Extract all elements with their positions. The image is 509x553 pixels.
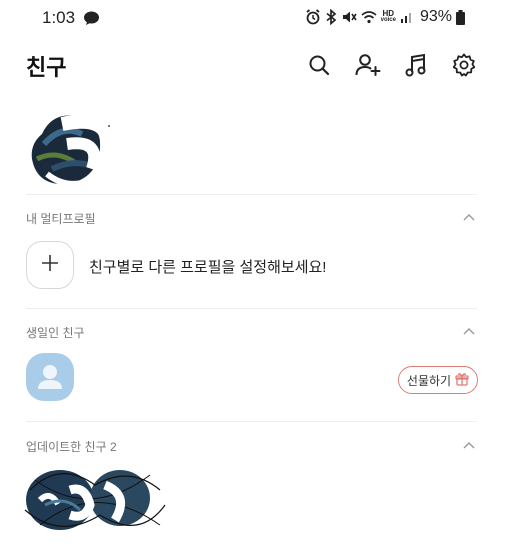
status-bar: 1:03 HD voice 93% <box>0 0 509 36</box>
battery-percent: 93% <box>419 8 452 25</box>
page-title: 친구 <box>26 55 67 80</box>
multi-profile-prompt[interactable]: 친구별로 다른 프로필을 설정해보세요! <box>89 256 326 277</box>
divider <box>26 194 477 195</box>
header: 친구 <box>0 42 509 90</box>
section-title-multi-profile: 내 멀티프로필 <box>26 212 96 226</box>
chevron-up-icon[interactable] <box>461 324 477 340</box>
hd-label: HD <box>382 9 395 18</box>
gift-label: 선물하기 <box>406 373 452 388</box>
birthday-section-header: 생일인 친구 <box>26 322 477 344</box>
gift-icon <box>455 372 469 389</box>
alarm-icon <box>305 9 321 25</box>
hd-voice-badge: HD voice <box>381 10 396 24</box>
birthday-friend-avatar[interactable] <box>26 353 74 401</box>
my-profile-avatar[interactable] <box>22 104 203 194</box>
section-title-birthday: 생일인 친구 <box>26 326 85 340</box>
divider <box>26 308 477 309</box>
wifi-icon <box>361 10 377 24</box>
chevron-up-icon[interactable] <box>461 210 477 226</box>
chevron-up-icon[interactable] <box>461 438 477 454</box>
status-time: 1:03 <box>42 8 76 27</box>
add-friend-icon[interactable] <box>355 52 381 78</box>
signal-icon <box>400 10 414 24</box>
gift-button[interactable]: 선물하기 <box>398 366 478 394</box>
voice-label: voice <box>380 17 396 23</box>
search-icon[interactable] <box>306 52 332 78</box>
add-multi-profile-button[interactable] <box>26 241 74 289</box>
updated-friend-avatars[interactable] <box>20 460 170 540</box>
default-person-icon <box>38 365 62 389</box>
status-icons: HD voice 93% <box>305 8 465 26</box>
multi-profile-section-header: 내 멀티프로필 <box>26 208 477 230</box>
bluetooth-icon <box>325 9 337 25</box>
mute-icon <box>341 9 357 25</box>
settings-icon[interactable] <box>451 52 477 78</box>
updated-section-header: 업데이트한 친구 2 <box>26 436 477 458</box>
battery-icon <box>456 9 465 25</box>
plus-icon <box>40 253 60 278</box>
chat-bubble-icon <box>83 11 100 25</box>
music-icon[interactable] <box>403 52 429 78</box>
section-title-updated: 업데이트한 친구 2 <box>26 440 117 454</box>
divider <box>26 421 477 422</box>
